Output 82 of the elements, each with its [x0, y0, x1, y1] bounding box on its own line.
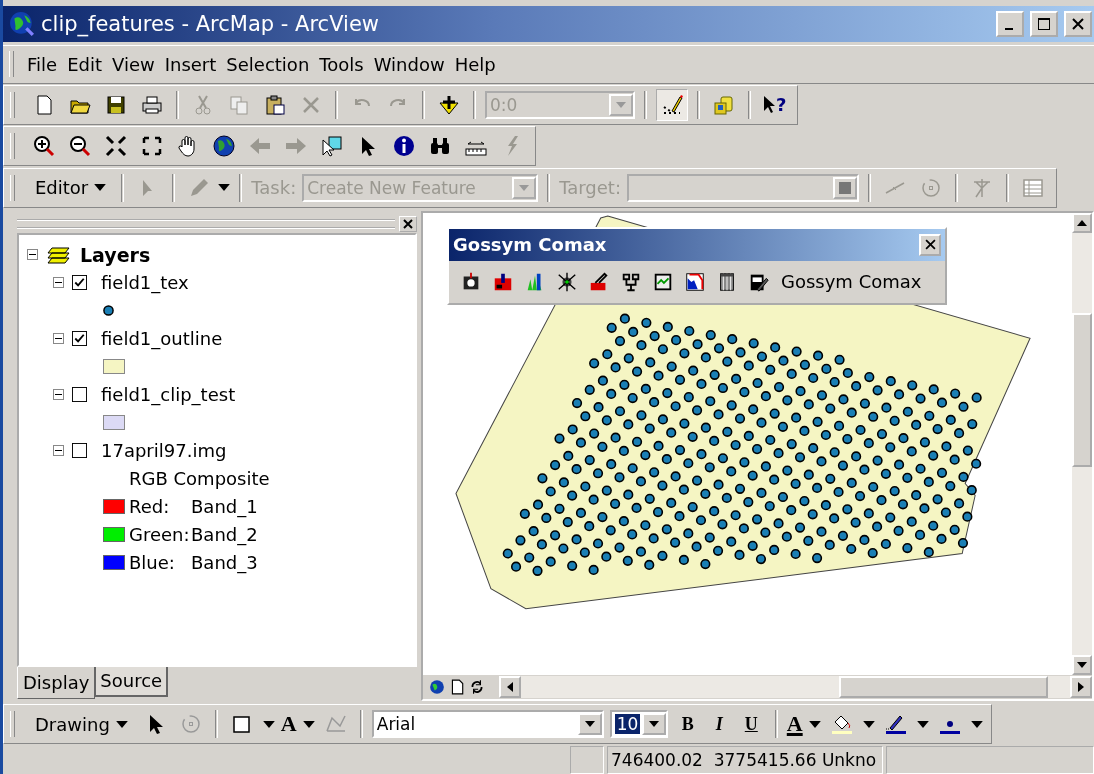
layer-name[interactable]: field1_tex — [95, 272, 189, 294]
caret-icon[interactable] — [218, 184, 231, 192]
task-label: Task: — [251, 177, 297, 199]
collapse-icon[interactable] — [53, 277, 64, 289]
menu-item[interactable]: Window — [368, 53, 450, 75]
close-icon[interactable] — [403, 218, 413, 229]
band-name: Band_2 — [191, 524, 258, 546]
left-arrow-icon[interactable] — [507, 682, 513, 693]
drawing-menu-button[interactable]: Drawing — [29, 713, 134, 735]
menu-item[interactable]: Insert — [159, 53, 222, 75]
app-globe-icon — [9, 10, 35, 37]
band-channel: Red: — [129, 496, 171, 518]
minimize-button[interactable] — [996, 10, 1024, 37]
panel-grip[interactable] — [17, 218, 395, 229]
collapse-icon[interactable] — [53, 445, 64, 457]
close-button[interactable] — [1064, 10, 1092, 37]
menu-item[interactable]: Tools — [314, 53, 369, 75]
pointer-icon[interactable] — [763, 94, 775, 115]
layer-name[interactable]: 17april97.img — [95, 440, 227, 462]
close-icon[interactable] — [924, 239, 936, 251]
caret-icon[interactable] — [584, 721, 595, 728]
font-color-button[interactable]: A — [786, 711, 803, 738]
menu-item[interactable]: File — [22, 53, 63, 75]
checkbox[interactable] — [72, 331, 87, 347]
collapse-icon[interactable] — [53, 389, 64, 401]
caret-icon[interactable] — [862, 720, 875, 728]
text-tool[interactable]: A — [280, 711, 297, 738]
collapse-icon[interactable] — [27, 249, 38, 261]
caret-icon[interactable] — [916, 720, 929, 728]
checkbox[interactable] — [72, 443, 87, 459]
status-coordinates: 746400.02 3775415.66 Unkno — [607, 746, 883, 774]
band-name: Band_1 — [191, 496, 258, 518]
caret-icon[interactable] — [648, 721, 659, 728]
tab[interactable]: Source — [95, 667, 169, 698]
layout-view-icon[interactable] — [449, 679, 465, 696]
text-style-button[interactable]: I — [707, 713, 731, 735]
caret-icon[interactable] — [262, 720, 275, 728]
caret-icon[interactable] — [808, 720, 821, 728]
menu-item[interactable]: Selection — [221, 53, 315, 75]
vertical-scrollbar[interactable] — [1072, 212, 1092, 676]
maximize-button[interactable] — [1030, 10, 1058, 37]
layer-name[interactable]: field1_clip_test — [95, 384, 236, 406]
down-arrow-icon[interactable] — [1077, 662, 1087, 669]
data-view-icon[interactable] — [429, 679, 445, 696]
window-title: clip_features - ArcMap - ArcView — [41, 11, 379, 36]
caret-icon[interactable] — [94, 184, 107, 192]
toolbar-title: Gossym Comax — [453, 234, 607, 256]
refresh-icon[interactable] — [469, 679, 485, 696]
close-icon[interactable] — [1070, 15, 1086, 32]
menu-item[interactable]: Help — [449, 53, 501, 75]
text-style-button[interactable]: B — [673, 713, 702, 735]
layers-icon — [46, 244, 72, 265]
caret-icon[interactable] — [302, 720, 315, 728]
layer-name[interactable]: field1_outline — [95, 328, 223, 350]
horizontal-scrollbar[interactable] — [499, 676, 1092, 699]
caret-icon[interactable] — [970, 720, 983, 728]
band-channel: Green: — [129, 524, 187, 546]
right-arrow-icon[interactable] — [1078, 682, 1084, 693]
layers-title: Layers — [80, 243, 151, 266]
gossym-comax-button[interactable]: Gossym Comax — [777, 271, 926, 293]
target-label: Target: — [559, 177, 621, 199]
menu-item[interactable]: Edit — [62, 53, 107, 75]
up-arrow-icon[interactable] — [1077, 219, 1087, 226]
menu-item[interactable]: View — [107, 53, 160, 75]
tab[interactable]: Display — [17, 667, 96, 700]
whats-this-button[interactable]: ? — [760, 91, 790, 119]
caret-icon[interactable] — [115, 720, 128, 728]
font-dropdown[interactable]: Arial — [371, 710, 604, 739]
checkbox[interactable] — [72, 387, 87, 403]
collapse-icon[interactable] — [53, 333, 64, 345]
editor-toolbar-icon[interactable] — [656, 88, 688, 121]
band-name: Band_3 — [191, 552, 258, 574]
text-style-button[interactable]: U — [736, 713, 766, 735]
square-icon[interactable] — [838, 181, 851, 194]
close-button[interactable] — [919, 233, 941, 256]
checkbox[interactable] — [72, 275, 87, 291]
font-size-dropdown[interactable]: 10 — [609, 710, 668, 739]
close-button[interactable] — [399, 215, 417, 232]
status-pane — [570, 746, 604, 774]
band-channel: Blue: — [129, 552, 176, 574]
legend-heading: RGB Composite — [128, 468, 270, 490]
target-dropdown[interactable] — [626, 173, 859, 202]
